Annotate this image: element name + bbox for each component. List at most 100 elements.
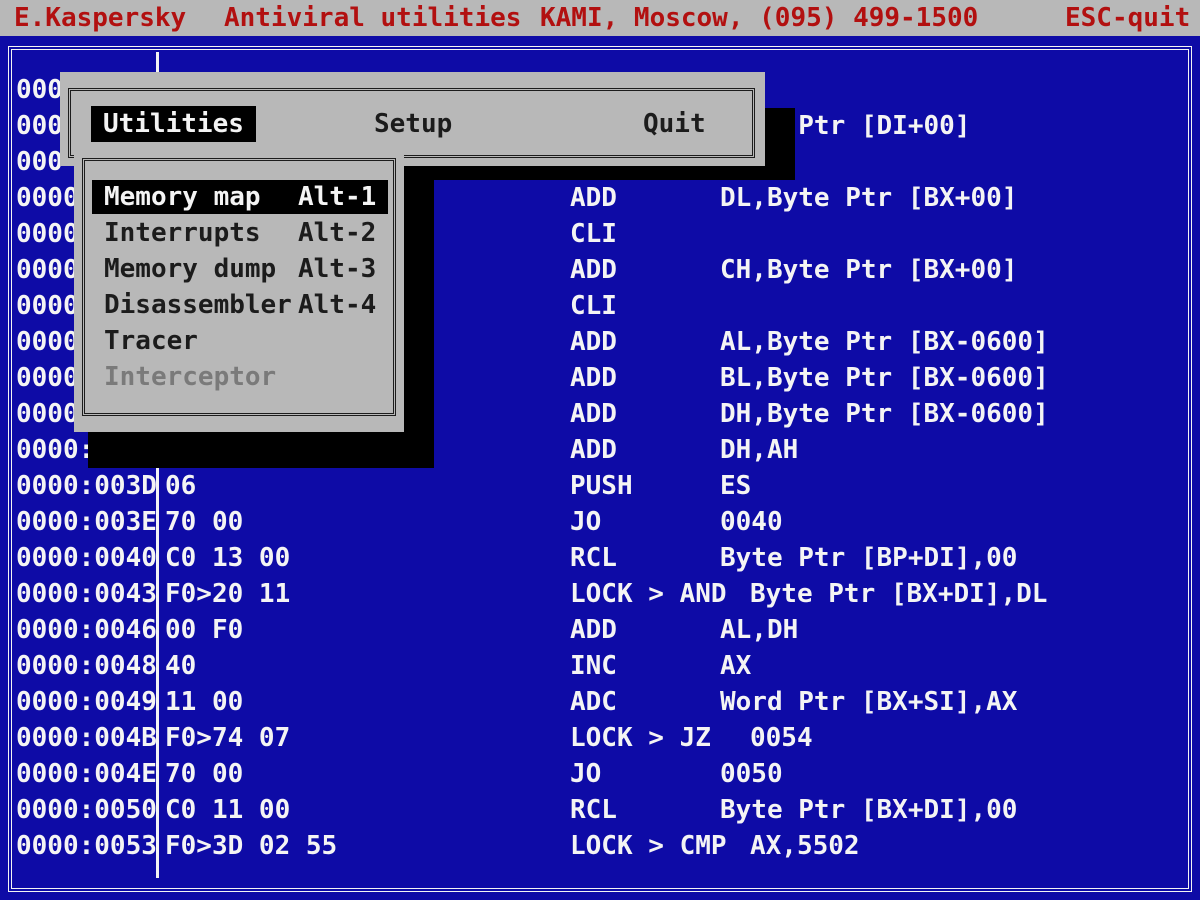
row-mnemonic: RCL [570, 543, 617, 573]
row-mnemonic: ADD [570, 363, 617, 393]
row-operands: AL,DH [720, 615, 799, 645]
row-operands: BL,Byte Ptr [BX-0600] [720, 363, 1049, 393]
row-mnemonic: ADD [570, 435, 617, 465]
row-address: 0000:0046 [16, 615, 157, 645]
row-mnemonic: LOCK > JZ [570, 723, 711, 753]
row-operands: 0050 [720, 759, 783, 789]
row-mnemonic: JO [570, 507, 602, 537]
menu-utilities[interactable]: Utilities [91, 106, 256, 142]
disassembly-row[interactable]: 0000:0046 00 F0 ADD AL,DH [0, 612, 1200, 648]
row-address: 0000 [16, 183, 79, 213]
row-address: 0000:0040 [16, 543, 157, 573]
disassembly-row[interactable]: 0000:0048 40 INC AX [0, 648, 1200, 684]
row-address: 0000:004E [16, 759, 157, 789]
esc-quit-hint[interactable]: ESC-quit [1065, 0, 1190, 36]
row-bytes: 00 F0 [165, 615, 244, 645]
disassembly-row[interactable]: 0000:0049 11 00 ADC Word Ptr [BX+SI],AX [0, 684, 1200, 720]
row-mnemonic: PUSH [570, 471, 633, 501]
row-address: 000 [16, 75, 63, 105]
menu-item-shortcut: Alt-1 [298, 182, 377, 212]
dropdown-shadow-bottom [88, 432, 434, 468]
menu-item-disassembler[interactable]: Disassembler Alt-4 [92, 288, 388, 322]
menu-item-tracer[interactable]: Tracer [92, 324, 388, 358]
row-bytes: 70 00 [165, 759, 244, 789]
row-mnemonic: ADD [570, 255, 617, 285]
row-address: 0000 [16, 399, 79, 429]
row-address: 0000:0049 [16, 687, 157, 717]
row-address: 0000:003D [16, 471, 157, 501]
row-mnemonic: JO [570, 759, 602, 789]
row-address: 000 [16, 147, 63, 177]
menu-setup[interactable]: Setup [374, 106, 452, 142]
disassembly-row[interactable]: 0000:003E 70 00 JO 0040 [0, 504, 1200, 540]
row-operands: Byte Ptr [BX+DI],00 [720, 795, 1018, 825]
row-mnemonic: ADD [570, 399, 617, 429]
row-bytes: F0>74 07 [165, 723, 291, 753]
disassembly-row[interactable]: 0000:0053 F0>3D 02 55 LOCK > CMP AX,5502 [0, 828, 1200, 864]
disassembly-row[interactable]: 0000:004E 70 00 JO 0050 [0, 756, 1200, 792]
menu-item-shortcut: Alt-4 [298, 290, 377, 320]
disassembly-row[interactable]: 0000:0040 C0 13 00 RCL Byte Ptr [BP+DI],00 [0, 540, 1200, 576]
row-operands: DL,Byte Ptr [BX+00] [720, 183, 1018, 213]
row-mnemonic: ADD [570, 327, 617, 357]
row-address: 0000:0053 [16, 831, 157, 861]
row-address: 0000 [16, 363, 79, 393]
row-mnemonic: LOCK > CMP [570, 831, 727, 861]
row-bytes: 70 00 [165, 507, 244, 537]
menu-item-interceptor[interactable]: Interceptor [92, 360, 388, 394]
row-bytes: 06 [165, 471, 197, 501]
row-operands: Byte Ptr [BP+DI],00 [720, 543, 1018, 573]
row-address: 0000 [16, 327, 79, 357]
disassembly-row[interactable]: 0000:003D 06 PUSH ES [0, 468, 1200, 504]
row-address: 0000:0043 [16, 579, 157, 609]
row-operands: Word Ptr [BX+SI],AX [720, 687, 1018, 717]
row-bytes: F0>3D 02 55 [165, 831, 338, 861]
row-operands: 0040 [720, 507, 783, 537]
row-operands: ES [720, 471, 752, 501]
row-bytes: C0 11 00 [165, 795, 291, 825]
menu-item-label: Memory dump [104, 254, 277, 284]
company-info: KAMI, Moscow, (095) 499-1500 [540, 3, 979, 33]
menu-item-label: Tracer [104, 326, 198, 356]
disassembly-row[interactable]: 0000:0043 F0>20 11 LOCK > AND Byte Ptr [BX+… [0, 576, 1200, 612]
row-address: 0000:004B [16, 723, 157, 753]
menu-quit[interactable]: Quit [643, 106, 706, 142]
row-operands: DH,AH [720, 435, 799, 465]
row-address: 0000:0050 [16, 795, 157, 825]
row-mnemonic: CLI [570, 219, 617, 249]
row-bytes: F0>20 11 [165, 579, 291, 609]
menu-item-interrupts[interactable]: Interrupts Alt-2 [92, 216, 388, 250]
row-bytes: C0 13 00 [165, 543, 291, 573]
disassembly-row[interactable]: 0000:004B F0>74 07 LOCK > JZ 0054 [0, 720, 1200, 756]
row-operands: DH,Byte Ptr [BX-0600] [720, 399, 1049, 429]
row-address: 0000 [16, 255, 79, 285]
row-operands: AX,5502 [750, 831, 860, 861]
dropdown-shadow [404, 180, 434, 468]
row-mnemonic: RCL [570, 795, 617, 825]
app-title: Antiviral utilities [224, 3, 522, 33]
row-operands: CH,Byte Ptr [BX+00] [720, 255, 1018, 285]
row-mnemonic: LOCK > AND [570, 579, 727, 609]
row-mnemonic: CLI [570, 291, 617, 321]
row-operands: AX [720, 651, 752, 681]
row-mnemonic: ADD [570, 615, 617, 645]
row-address: 0000 [16, 219, 79, 249]
menu-item-label: Interrupts [104, 218, 261, 248]
menu-item-label: Memory map [104, 182, 261, 212]
row-mnemonic: ADD [570, 183, 617, 213]
row-address: 0000 [16, 291, 79, 321]
row-mnemonic: INC [570, 651, 617, 681]
menu-item-shortcut: Alt-2 [298, 218, 377, 248]
menu-item-memory-map[interactable]: Memory map Alt-1 [92, 180, 388, 214]
title-bar: E.Kaspersky Antiviral utilities KAMI, Mo… [0, 0, 1200, 36]
disassembly-row[interactable]: 0000:0050 C0 11 00 RCL Byte Ptr [BX+DI],00 [0, 792, 1200, 828]
menu-item-shortcut: Alt-3 [298, 254, 377, 284]
row-mnemonic: ADC [570, 687, 617, 717]
menu-item-memory-dump[interactable]: Memory dump Alt-3 [92, 252, 388, 286]
row-bytes: 40 [165, 651, 197, 681]
row-address: 0000:003E [16, 507, 157, 537]
row-operands: 0054 [750, 723, 813, 753]
menu-item-label: Disassembler [104, 290, 292, 320]
row-operands: Byte Ptr [BX+DI],DL [750, 579, 1048, 609]
menu-item-label: Interceptor [104, 362, 277, 392]
